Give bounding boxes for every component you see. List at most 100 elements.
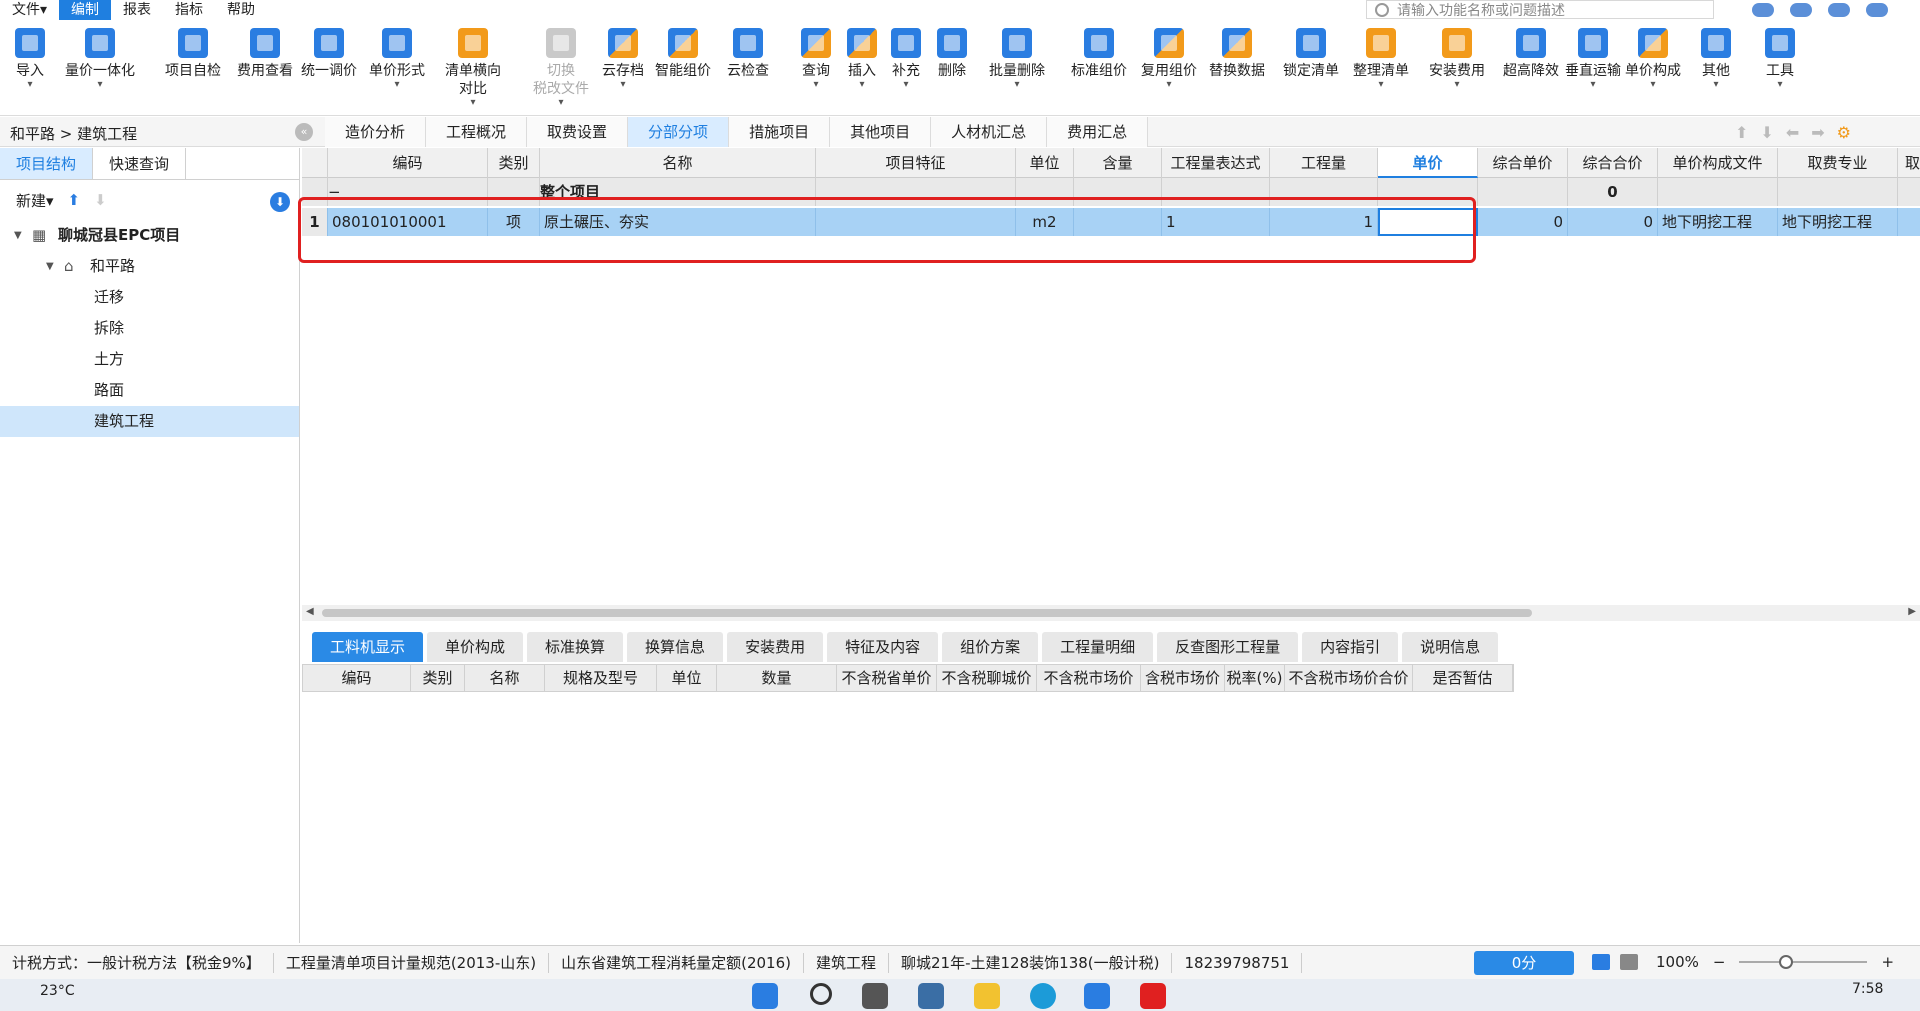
detail-column-header[interactable]: 数量: [717, 665, 837, 691]
menu-report[interactable]: 报表: [111, 0, 163, 20]
toolbar-button-6[interactable]: 清单横向 对比 ▾: [436, 28, 510, 108]
view-split-icon[interactable]: [1620, 954, 1638, 970]
sidebar-item-5[interactable]: 路面: [0, 375, 299, 406]
zoom-slider[interactable]: [1739, 955, 1868, 969]
column-header[interactable]: 单价构成文件: [1658, 148, 1778, 178]
menu-index[interactable]: 指标: [163, 0, 215, 20]
detail-column-header[interactable]: 类别: [411, 665, 465, 691]
detail-column-header[interactable]: 是否暂估: [1413, 665, 1513, 691]
zoom-in-icon[interactable]: +: [1881, 953, 1894, 971]
toolbar-button-26[interactable]: 工具 ▾: [1758, 28, 1802, 90]
column-header[interactable]: 含量: [1074, 148, 1162, 178]
column-header[interactable]: 名称: [540, 148, 816, 178]
arrow-left-icon[interactable]: ⬅: [1786, 123, 1799, 142]
toolbar-button-10[interactable]: 云检查: [720, 28, 776, 80]
horizontal-scrollbar[interactable]: ◀ ▶: [302, 605, 1920, 621]
view-list-icon[interactable]: [1592, 954, 1610, 970]
zoom-slider-knob[interactable]: [1779, 955, 1794, 969]
column-header[interactable]: 综合合价: [1568, 148, 1658, 178]
service-icon[interactable]: [1790, 3, 1812, 17]
toolbar-button-19[interactable]: 锁定清单: [1276, 28, 1346, 80]
sidebar-item-6[interactable]: 建筑工程: [0, 406, 299, 437]
detail-column-header[interactable]: 规格及型号: [545, 665, 657, 691]
detail-column-header[interactable]: 单位: [657, 665, 717, 691]
toolbar-button-2[interactable]: 项目自检: [156, 28, 230, 80]
scroll-right-icon[interactable]: ▶: [1908, 606, 1916, 617]
column-header[interactable]: [302, 148, 328, 178]
menu-file[interactable]: 文件▾: [0, 0, 59, 20]
tab-detail-8[interactable]: 反查图形工程量: [1157, 632, 1299, 662]
tab-detail-6[interactable]: 组价方案: [942, 632, 1039, 662]
arrow-up-icon[interactable]: ⬆: [1735, 123, 1748, 142]
calculator-icon[interactable]: [918, 983, 944, 1009]
score-button[interactable]: 0分: [1474, 951, 1574, 975]
toolbar-button-24[interactable]: 单价构成 ▾: [1618, 28, 1688, 90]
toolbar-button-22[interactable]: 超高降效: [1496, 28, 1566, 80]
column-header[interactable]: 工程量表达式: [1162, 148, 1270, 178]
tab-detail-2[interactable]: 标准换算: [527, 632, 624, 662]
tab-project-structure[interactable]: 项目结构: [0, 148, 94, 179]
toolbar-button-4[interactable]: 统一调价: [296, 28, 362, 80]
column-header[interactable]: 单价: [1378, 148, 1478, 178]
move-down-icon[interactable]: ⬇: [94, 191, 107, 209]
toolbar-button-20[interactable]: 整理清单 ▾: [1346, 28, 1416, 90]
tab-main-6[interactable]: 人材机汇总: [931, 117, 1048, 147]
tab-main-1[interactable]: 工程概况: [426, 117, 528, 147]
detail-column-header[interactable]: 含税市场价: [1141, 665, 1225, 691]
wps-icon[interactable]: [1140, 983, 1166, 1009]
toolbar-button-15[interactable]: 批量删除 ▾: [980, 28, 1054, 90]
toolbar-button-14[interactable]: 删除: [934, 28, 970, 80]
tab-main-4[interactable]: 措施项目: [729, 117, 831, 147]
arrow-down-icon[interactable]: ⬇: [1760, 123, 1773, 142]
toolbar-button-12[interactable]: 插入 ▾: [842, 28, 882, 90]
collapse-icon[interactable]: «: [295, 123, 313, 141]
tab-detail-3[interactable]: 换算信息: [627, 632, 724, 662]
tab-detail-10[interactable]: 说明信息: [1402, 632, 1499, 662]
tab-main-3[interactable]: 分部分项: [628, 117, 730, 147]
search-icon[interactable]: [810, 983, 832, 1005]
detail-column-header[interactable]: 不含税聊城价: [937, 665, 1037, 691]
sidebar-item-2[interactable]: 迁移: [0, 282, 299, 313]
toolbar-button-5[interactable]: 单价形式 ▾: [364, 28, 430, 90]
detail-column-header[interactable]: 税率(%): [1225, 665, 1285, 691]
column-header[interactable]: 编码: [328, 148, 488, 178]
menu-edit[interactable]: 编制: [59, 0, 112, 20]
toolbar-button-8[interactable]: 云存档 ▾: [598, 28, 648, 90]
scrollbar-thumb[interactable]: [322, 609, 1532, 617]
settings-icon[interactable]: ⚙: [1837, 123, 1851, 142]
column-header[interactable]: 类别: [488, 148, 540, 178]
table-cell[interactable]: 地下明挖工程: [1658, 208, 1778, 236]
detail-column-header[interactable]: 不含税市场价合价: [1285, 665, 1413, 691]
info-icon[interactable]: [1866, 3, 1888, 17]
tab-detail-1[interactable]: 单价构成: [427, 632, 524, 662]
toolbar-button-18[interactable]: 替换数据: [1202, 28, 1272, 80]
function-search-input[interactable]: 请输入功能名称或问题描述: [1366, 0, 1714, 19]
scroll-left-icon[interactable]: ◀: [306, 606, 314, 617]
new-button[interactable]: 新建▾: [16, 190, 54, 211]
edge-browser-icon[interactable]: [1030, 983, 1056, 1009]
expand-icon[interactable]: ▼: [46, 251, 54, 282]
tab-main-7[interactable]: 费用汇总: [1047, 117, 1149, 147]
sidebar-item-1[interactable]: ▼ ⌂ 和平路: [0, 251, 299, 282]
column-header[interactable]: 工程量: [1270, 148, 1378, 178]
sidebar-item-4[interactable]: 土方: [0, 344, 299, 375]
zoom-out-icon[interactable]: −: [1713, 953, 1726, 971]
toolbar-button-3[interactable]: 费用查看: [228, 28, 302, 80]
table-cell[interactable]: [1898, 208, 1920, 236]
table-cell[interactable]: 0: [1478, 208, 1568, 236]
windows-start-icon[interactable]: [752, 983, 778, 1009]
toolbar-button-13[interactable]: 补充 ▾: [886, 28, 926, 90]
detail-column-header[interactable]: 名称: [465, 665, 545, 691]
move-up-icon[interactable]: ⬆: [68, 191, 81, 209]
tab-detail-9[interactable]: 内容指引: [1302, 632, 1399, 662]
download-icon[interactable]: ⬇: [270, 192, 290, 212]
toolbar-button-9[interactable]: 智能组价: [650, 28, 716, 80]
toolbar-button-16[interactable]: 标准组价: [1064, 28, 1134, 80]
tab-main-2[interactable]: 取费设置: [527, 117, 629, 147]
column-header[interactable]: 取: [1898, 148, 1920, 178]
detail-column-header[interactable]: 编码: [303, 665, 411, 691]
sidebar-item-3[interactable]: 拆除: [0, 313, 299, 344]
toolbar-button-1[interactable]: 量价一体化 ▾: [56, 28, 144, 90]
table-cell[interactable]: 0: [1568, 208, 1658, 236]
table-cell[interactable]: 地下明挖工程: [1778, 208, 1898, 236]
